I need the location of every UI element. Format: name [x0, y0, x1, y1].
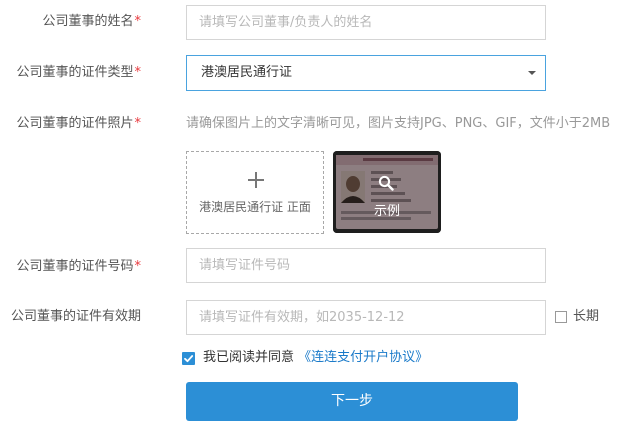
required-mark: *	[134, 116, 142, 131]
upload-front-button[interactable]: 港澳居民通行证 正面	[186, 151, 324, 234]
id-type-label: 公司董事的证件类型*	[0, 63, 141, 83]
id-number-input[interactable]: 请填写证件号码	[186, 248, 546, 283]
id-validity-label: 公司董事的证件有效期	[0, 307, 141, 327]
id-number-placeholder: 请填写证件号码	[199, 258, 291, 273]
id-number-label: 公司董事的证件号码*	[0, 257, 141, 277]
id-type-select[interactable]: 港澳居民通行证	[186, 55, 546, 91]
chevron-down-icon	[528, 71, 536, 75]
next-step-button[interactable]: 下一步	[186, 382, 518, 421]
example-label: 示例	[373, 204, 400, 219]
id-type-label-text: 公司董事的证件类型	[16, 65, 134, 80]
id-photo-label: 公司董事的证件照片*	[0, 114, 141, 134]
long-term-label[interactable]: 长期	[573, 307, 599, 327]
agreement-checkbox[interactable]	[182, 352, 195, 365]
check-icon	[184, 355, 194, 363]
example-image[interactable]: 示例	[333, 151, 441, 233]
name-input[interactable]: 请填写公司董事/负责人的姓名	[186, 5, 546, 40]
required-mark: *	[134, 65, 142, 80]
agreement-link[interactable]: 《连连支付开户协议》	[298, 350, 428, 365]
id-photo-hint: 请确保图片上的文字清晰可见，图片支持JPG、PNG、GIF，文件小于2MB	[186, 116, 611, 131]
director-info-form: 公司董事的姓名* 请填写公司董事/负责人的姓名 公司董事的证件类型* 港澳居民通…	[0, 0, 626, 429]
required-mark: *	[134, 14, 142, 29]
id-validity-label-text: 公司董事的证件有效期	[10, 309, 141, 324]
id-number-label-text: 公司董事的证件号码	[16, 259, 134, 274]
agreement-prefix: 我已阅读并同意	[203, 350, 295, 365]
upload-front-label: 港澳居民通行证 正面	[199, 200, 311, 214]
id-validity-input[interactable]: 请填写证件有效期，如2035-12-12	[186, 300, 546, 335]
plus-icon	[248, 172, 264, 188]
search-icon	[378, 175, 394, 191]
name-label-text: 公司董事的姓名	[42, 14, 134, 29]
id-validity-placeholder: 请填写证件有效期，如2035-12-12	[199, 310, 405, 325]
long-term-checkbox[interactable]	[555, 311, 567, 323]
agreement-text: 我已阅读并同意 《连连支付开户协议》	[203, 348, 428, 368]
id-type-selected-value: 港澳居民通行证	[201, 65, 293, 80]
name-label: 公司董事的姓名*	[0, 12, 141, 32]
name-placeholder: 请填写公司董事/负责人的姓名	[199, 15, 373, 30]
required-mark: *	[134, 259, 142, 274]
id-photo-label-text: 公司董事的证件照片	[16, 116, 134, 131]
